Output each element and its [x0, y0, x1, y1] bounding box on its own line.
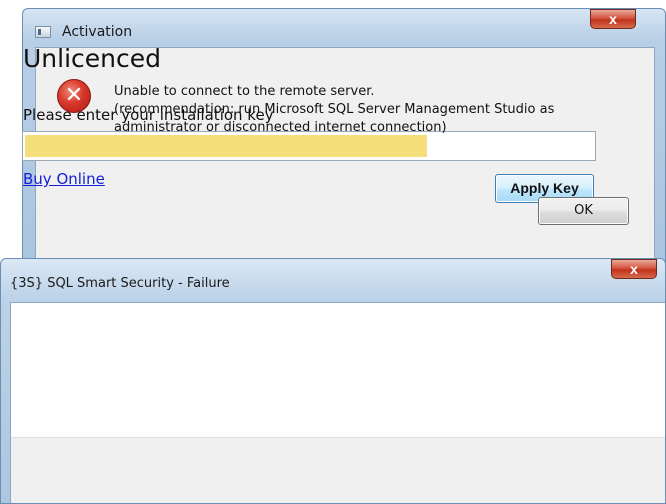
error-icon: ✕: [57, 79, 91, 113]
failure-dialog: {3S} SQL Smart Security - Failure x: [0, 258, 666, 504]
activation-close-button[interactable]: x: [590, 9, 636, 29]
buy-online-link[interactable]: Buy Online: [23, 170, 105, 188]
failure-message: Unable to connect to the remote server. …: [114, 84, 555, 135]
ok-button[interactable]: OK: [538, 197, 629, 225]
failure-close-button[interactable]: x: [611, 259, 657, 279]
failure-dialog-title[interactable]: {3S} SQL Smart Security - Failure: [10, 276, 230, 291]
app-window-icon: [35, 26, 51, 38]
unlicenced-heading: Unlicenced: [23, 44, 162, 73]
key-input-redaction-highlight: [25, 135, 427, 157]
activation-titlebar[interactable]: Activation x: [23, 9, 665, 47]
failure-client-area: [10, 302, 665, 503]
activation-window-title: Activation: [62, 24, 133, 40]
failure-button-bar: [11, 437, 665, 503]
